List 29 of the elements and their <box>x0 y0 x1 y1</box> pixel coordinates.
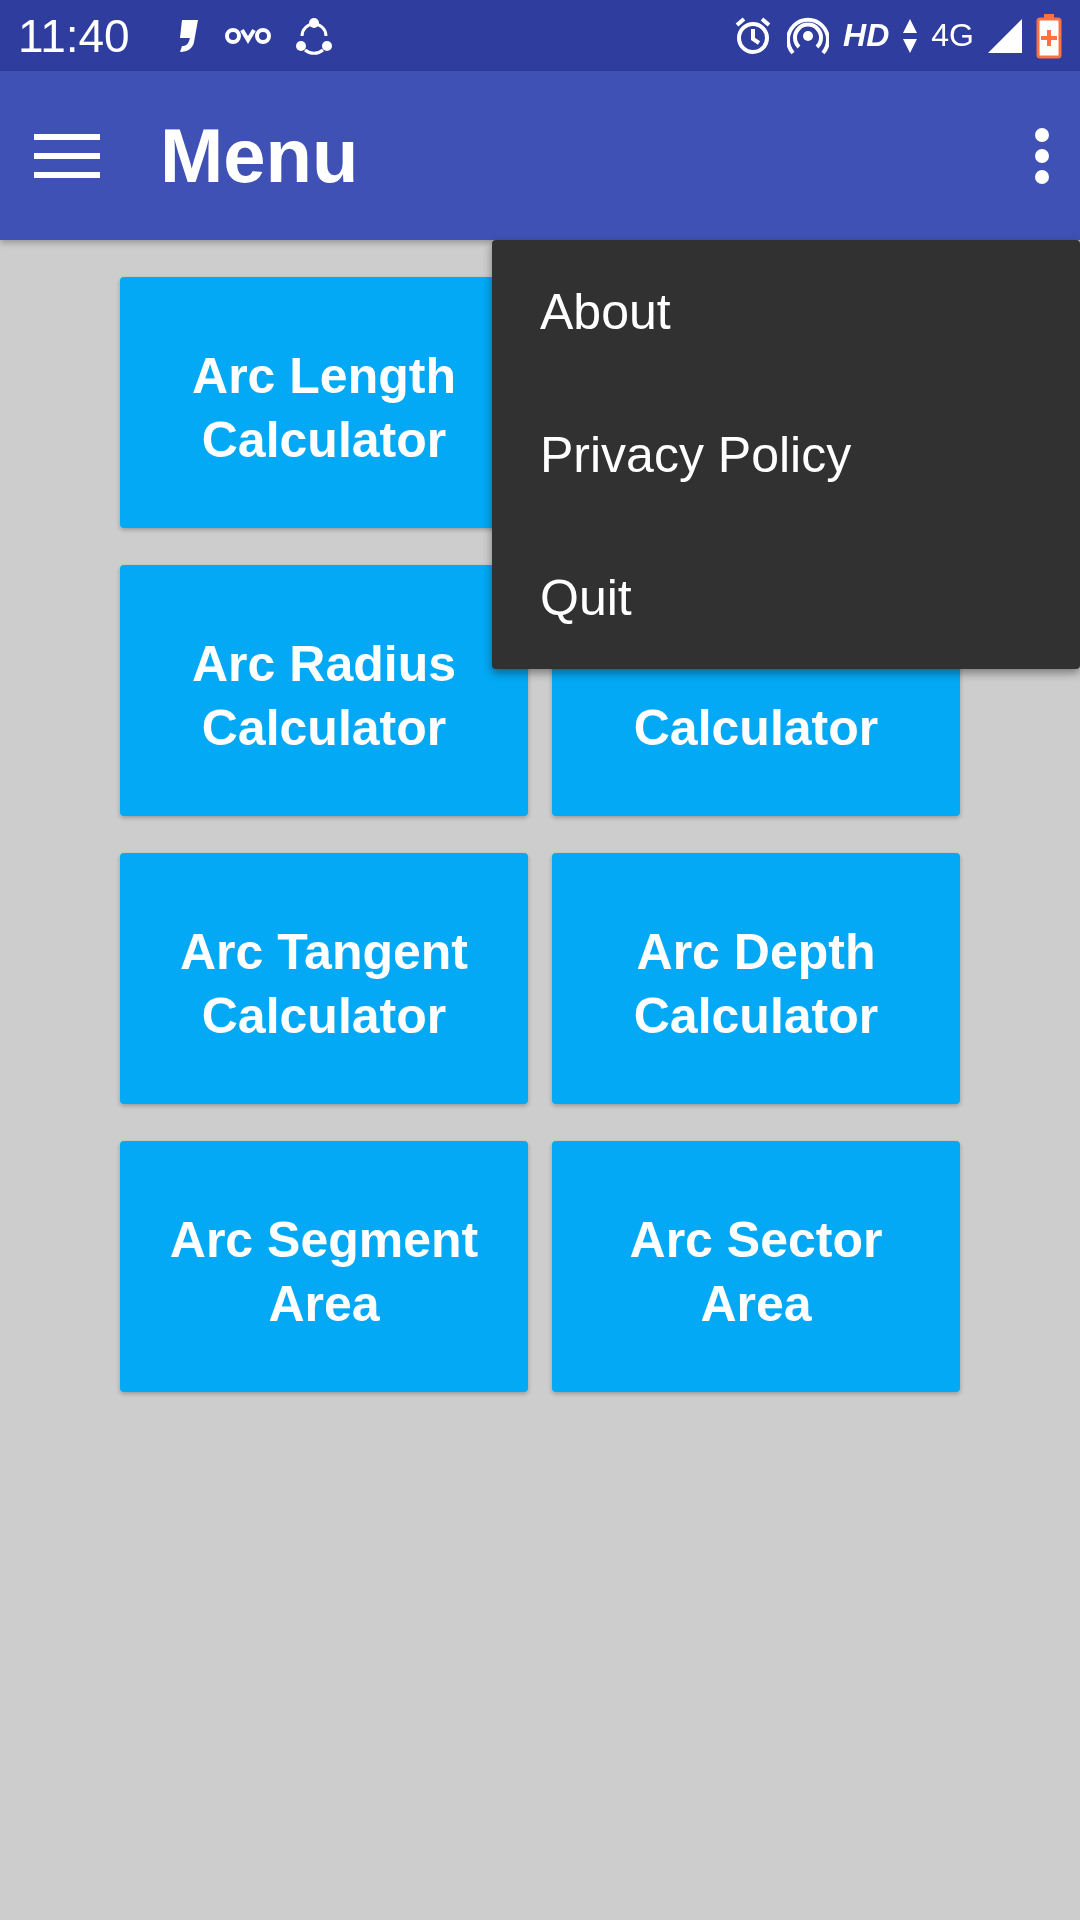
app-bar-title: Menu <box>160 112 359 199</box>
tile-label: Arc Tangent <box>180 923 468 982</box>
tile-label: Arc Radius <box>192 635 456 694</box>
tile-label: Arc Segment <box>169 1211 479 1270</box>
tile-label: Area <box>700 1275 812 1334</box>
calculator-tile[interactable]: Arc Tangent Calculator <box>120 853 528 1104</box>
network-type: 4G <box>931 17 974 54</box>
tile-label: Calculator <box>201 987 447 1046</box>
tile-label: Calculator <box>201 699 447 758</box>
signal-icon <box>988 18 1022 53</box>
network-label: HD <box>843 17 890 54</box>
tile-label: Area <box>268 1275 380 1334</box>
menu-icon[interactable] <box>34 132 100 179</box>
more-options-icon[interactable] <box>1034 126 1050 185</box>
data-arrows-icon <box>903 18 918 53</box>
tile-label: Arc Sector <box>629 1211 883 1270</box>
tile-label: Arc Depth <box>636 923 876 982</box>
share-icon <box>293 15 334 56</box>
tile-label: Calculator <box>633 987 879 1046</box>
clock-time: 11:40 <box>18 8 130 63</box>
tile-label: Arc Length <box>192 347 456 406</box>
notification-icon <box>223 25 272 46</box>
calculator-tile[interactable]: Arc Radius Calculator <box>120 565 528 816</box>
calculator-tile[interactable]: Arc Depth Calculator <box>552 853 960 1104</box>
calculator-tile[interactable]: Arc Sector Area <box>552 1141 960 1392</box>
tile-label: Calculator <box>201 411 447 470</box>
calculator-tile[interactable]: Arc Segment Area <box>120 1141 528 1392</box>
battery-icon <box>1036 12 1062 59</box>
tile-label: Calculator <box>633 699 879 758</box>
